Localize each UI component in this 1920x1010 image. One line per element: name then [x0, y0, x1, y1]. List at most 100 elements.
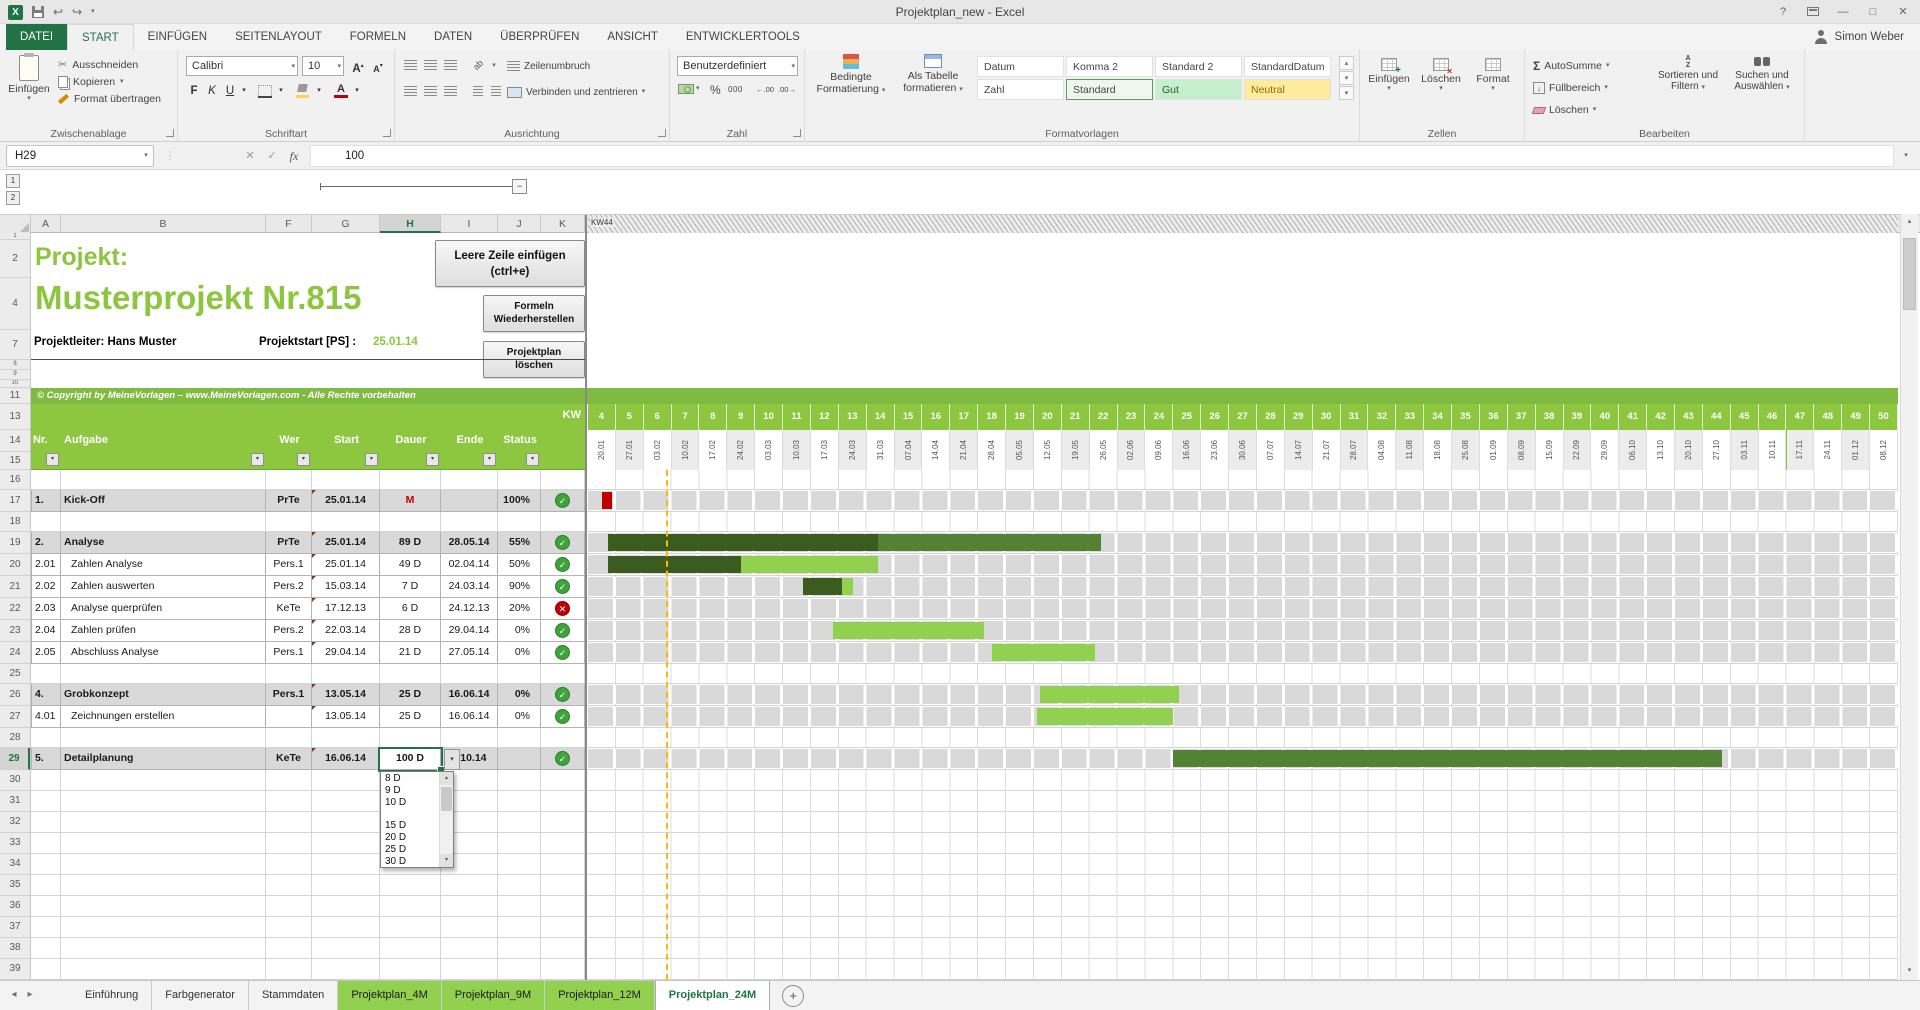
sheet-tab-projektplan_12m[interactable]: Projektplan_12M: [545, 981, 655, 1010]
style-chip-datum[interactable]: Datum: [977, 56, 1064, 77]
filter-button[interactable]: ▾: [297, 453, 310, 466]
cell-nr[interactable]: 2.02: [31, 576, 61, 598]
autosum-button[interactable]: Σ AutoSumme ▾: [1533, 58, 1610, 74]
dropdown-item[interactable]: 20 D: [381, 832, 438, 844]
dialog-launcher-icon[interactable]: [658, 129, 666, 137]
outline-level-1-button[interactable]: 1: [6, 174, 20, 188]
cell-status-icon[interactable]: ✓: [541, 490, 585, 512]
column-header-H[interactable]: H: [380, 215, 441, 233]
ribbon-tab-entwicklertools[interactable]: ENTWICKLERTOOLS: [672, 24, 814, 50]
cell-start[interactable]: 22.03.14: [312, 620, 380, 642]
column-header-B[interactable]: B: [61, 215, 266, 233]
row-header-8[interactable]: 8: [0, 360, 30, 370]
cell-ende[interactable]: 24.03.14: [441, 576, 498, 598]
scroll-down-icon[interactable]: ▾: [1901, 963, 1918, 980]
insert-function-icon[interactable]: fx: [284, 145, 304, 167]
cell-start[interactable]: 13.05.14: [312, 706, 380, 728]
ribbon-tab-formeln[interactable]: FORMELN: [336, 24, 420, 50]
cell-nr[interactable]: 4.01: [31, 706, 61, 728]
cell-dauer[interactable]: 89 D: [380, 532, 441, 554]
cell-ende[interactable]: 29.04.14: [441, 620, 498, 642]
style-chip-zahl[interactable]: Zahl: [977, 79, 1064, 100]
number-format-combo[interactable]: Benutzerdefiniert ▾: [677, 56, 798, 76]
row-header-34[interactable]: 34: [0, 854, 30, 875]
column-header-I[interactable]: I: [441, 215, 498, 233]
row-header-17[interactable]: 17: [0, 490, 30, 512]
dropdown-item[interactable]: 25 D: [381, 844, 438, 856]
help-icon[interactable]: ?: [1768, 0, 1798, 24]
outline-level-2-button[interactable]: 2: [6, 191, 20, 205]
row-header-21[interactable]: 21: [0, 576, 30, 598]
cell-status-icon[interactable]: ✓: [541, 576, 585, 598]
shrink-font-button[interactable]: A▾: [370, 57, 386, 75]
user-account[interactable]: Simon Weber: [1814, 24, 1904, 50]
style-chip-neutral[interactable]: Neutral: [1244, 79, 1331, 100]
cell-start[interactable]: 29.04.14: [312, 642, 380, 664]
dialog-launcher-icon[interactable]: [793, 129, 801, 137]
italic-button[interactable]: K: [204, 82, 220, 100]
increase-decimal-icon[interactable]: ←.00: [756, 85, 774, 94]
sheet-tab-projektplan_9m[interactable]: Projektplan_9M: [441, 981, 546, 1010]
dropdown-item[interactable]: 8 D: [381, 773, 438, 785]
row-header-26[interactable]: 26: [0, 684, 30, 706]
cell-aufgabe[interactable]: Abschluss Analyse: [61, 642, 266, 664]
row-header-24[interactable]: 24: [0, 642, 30, 664]
style-chip-standarddatum[interactable]: StandardDatum: [1244, 56, 1331, 77]
cell-wer[interactable]: [266, 706, 312, 728]
row-header-25[interactable]: 25: [0, 664, 30, 684]
cell-nr[interactable]: 2.05: [31, 642, 61, 664]
ribbon-tab-daten[interactable]: DATEN: [420, 24, 486, 50]
borders-icon[interactable]: [258, 85, 272, 98]
fill-color-icon[interactable]: [296, 84, 310, 98]
cell-wer[interactable]: PrTe: [266, 532, 312, 554]
maximize-button[interactable]: □: [1858, 0, 1888, 24]
decrease-decimal-icon[interactable]: .00→: [778, 85, 796, 94]
cell-start[interactable]: 13.05.14: [312, 684, 380, 706]
cell-start[interactable]: 16.06.14: [312, 748, 380, 770]
clear-button[interactable]: Löschen ▾: [1531, 102, 1596, 118]
close-button[interactable]: ✕: [1888, 0, 1918, 24]
cell-wer[interactable]: Pers.1: [266, 642, 312, 664]
row-header-29[interactable]: 29: [0, 748, 30, 770]
style-chip-gut[interactable]: Gut: [1155, 79, 1242, 100]
cell-status-icon[interactable]: ✕: [541, 598, 585, 620]
row-header-4[interactable]: 4: [0, 278, 30, 330]
fill-color-dropdown-icon[interactable]: ▾: [311, 82, 327, 100]
column-header-G[interactable]: G: [312, 215, 380, 233]
delete-cells-button[interactable]: Löschen ▾: [1416, 56, 1466, 93]
select-all-corner[interactable]: [0, 215, 31, 233]
row-header-11[interactable]: 11: [0, 388, 30, 404]
dropdown-item[interactable]: 10 D: [381, 797, 438, 809]
merge-center-button[interactable]: Verbinden und zentrieren ▾: [507, 82, 645, 102]
font-color-icon[interactable]: A: [334, 83, 348, 99]
font-size-combo[interactable]: 10 ▾: [302, 56, 344, 76]
find-select-button[interactable]: Suchen und Auswählen ▾: [1727, 54, 1797, 122]
comma-style-button[interactable]: 000: [728, 85, 743, 94]
cell-status[interactable]: 0%: [498, 642, 541, 664]
cell-status[interactable]: 90%: [498, 576, 541, 598]
dialog-launcher-icon[interactable]: [383, 129, 391, 137]
dropdown-scrollbar[interactable]: ▴ ▾: [439, 772, 453, 867]
cell-aufgabe[interactable]: Analyse: [61, 532, 266, 554]
style-chip-standard-2[interactable]: Standard 2: [1155, 56, 1242, 77]
underline-dropdown-icon[interactable]: ▾: [236, 82, 252, 100]
cell-status[interactable]: 0%: [498, 706, 541, 728]
row-header-28[interactable]: 28: [0, 728, 30, 748]
row-header-35[interactable]: 35: [0, 875, 30, 896]
row-header-38[interactable]: 38: [0, 938, 30, 959]
percent-style-button[interactable]: %: [710, 83, 721, 97]
cell-ende[interactable]: [441, 490, 498, 512]
cell-status-icon[interactable]: ✓: [541, 620, 585, 642]
paste-button[interactable]: Einfügen ▾: [6, 53, 52, 122]
cell-wer[interactable]: PrTe: [266, 490, 312, 512]
align-center-icon[interactable]: [421, 82, 439, 100]
gallery-up-icon[interactable]: ▴: [1339, 56, 1354, 70]
align-bottom-icon[interactable]: [441, 56, 459, 74]
restore-formulas-button[interactable]: Formeln Wiederherstellen: [483, 295, 585, 332]
row-header-13[interactable]: 13: [0, 404, 30, 430]
scroll-thumb[interactable]: [1903, 238, 1916, 310]
formula-input[interactable]: 100: [310, 145, 1894, 167]
sheet-nav-right-icon[interactable]: ▸: [22, 981, 38, 1010]
filter-button[interactable]: ▾: [251, 453, 264, 466]
filter-button[interactable]: ▾: [483, 453, 496, 466]
